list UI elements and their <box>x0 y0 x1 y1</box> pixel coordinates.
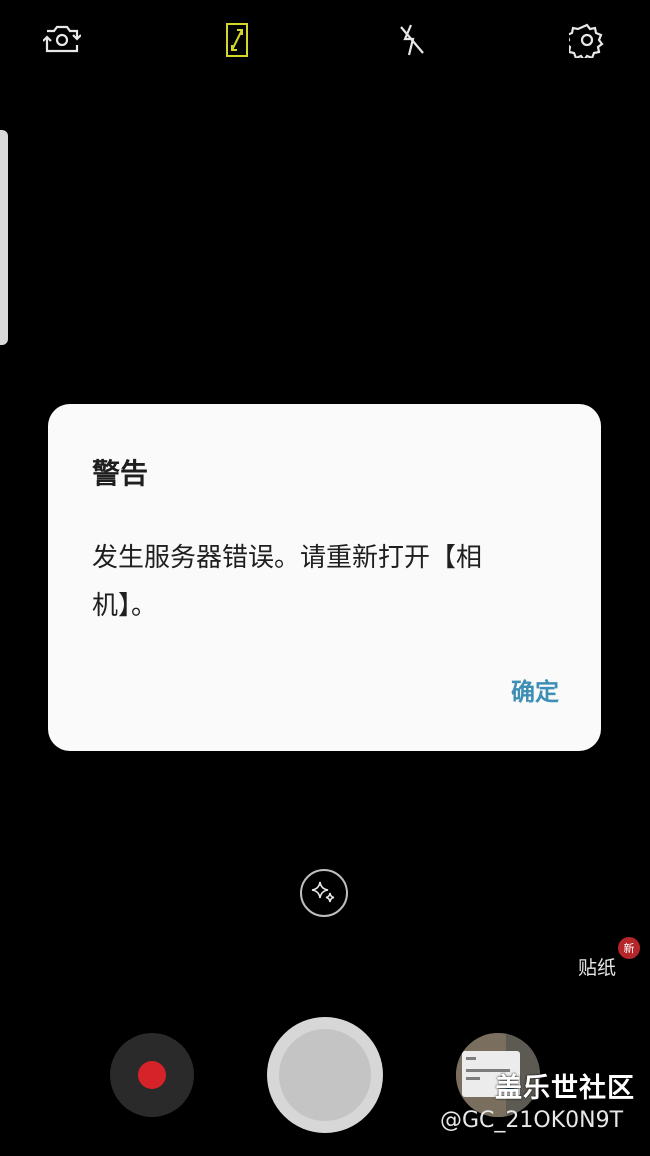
ok-button[interactable]: 确定 <box>511 672 559 707</box>
sticker-button[interactable]: 贴纸 <box>578 953 616 980</box>
aspect-ratio-icon[interactable] <box>217 20 257 60</box>
effects-button[interactable] <box>300 869 348 917</box>
dialog-title: 警告 <box>92 457 149 490</box>
record-video-button[interactable] <box>110 1033 194 1117</box>
record-icon <box>138 1061 166 1089</box>
dialog-message: 发生服务器错误。请重新打开【相机】。 <box>92 543 483 621</box>
watermark-logo: 盖乐世社区 <box>495 1073 635 1104</box>
watermark-user: @GC_21OK0N9T <box>440 1108 624 1133</box>
error-dialog: 警告 发生服务器错误。请重新打开【相机】。 确定 <box>48 404 601 751</box>
flash-off-icon[interactable] <box>392 20 432 60</box>
side-panel-handle[interactable] <box>0 130 8 345</box>
shutter-inner <box>279 1029 371 1121</box>
settings-gear-icon[interactable] <box>567 20 607 60</box>
sparkle-icon <box>311 881 335 903</box>
camera-screen: 警告 发生服务器错误。请重新打开【相机】。 确定 贴纸 新 盖乐世社区 @GC_… <box>0 0 650 1156</box>
new-badge: 新 <box>618 937 640 959</box>
switch-camera-icon[interactable] <box>42 20 82 60</box>
thumbnail-line <box>466 1057 476 1060</box>
shutter-button[interactable] <box>267 1017 383 1133</box>
thumbnail-line <box>466 1077 480 1080</box>
